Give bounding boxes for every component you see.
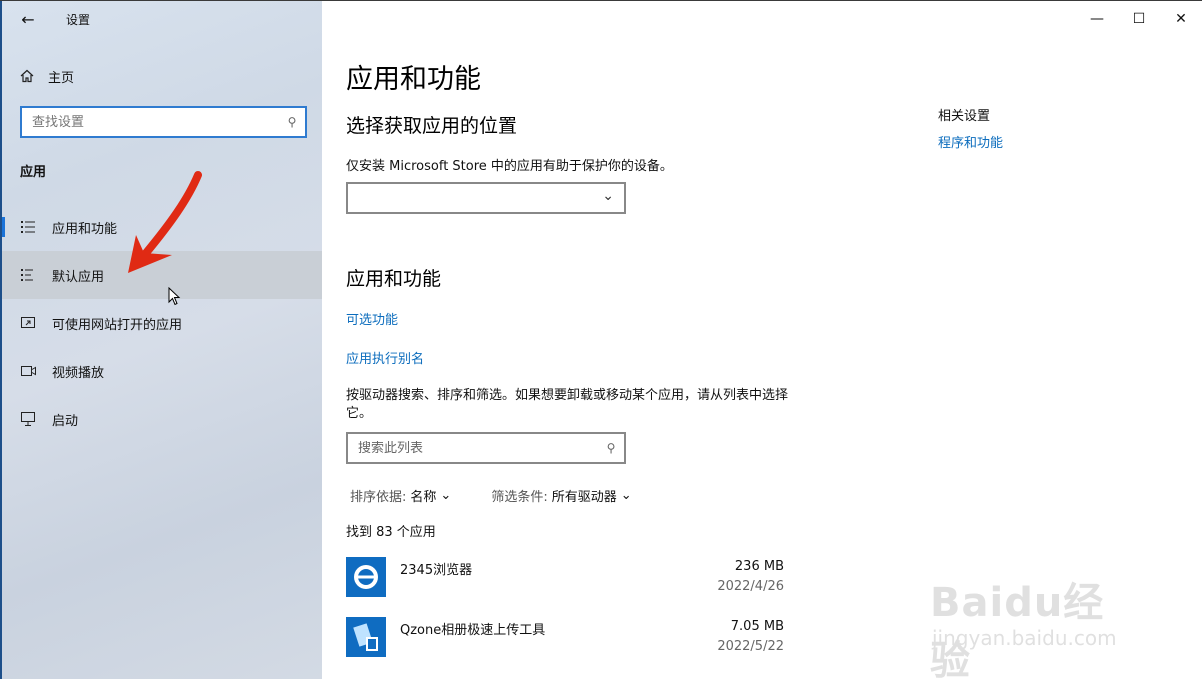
maximize-icon: ☐ xyxy=(1132,11,1146,27)
sort-filter-row: 排序依据: 名称 ⌄ 筛选条件: 所有驱动器 ⌄ xyxy=(350,486,632,505)
back-button[interactable]: ← xyxy=(12,7,44,31)
startup-icon xyxy=(20,411,36,427)
apps-list-search-box[interactable]: ⚲ xyxy=(346,432,626,464)
list-item[interactable]: 2345浏览器 236 MB 2022/4/26 xyxy=(346,557,786,607)
sort-by-dropdown[interactable]: 排序依据: 名称 ⌄ xyxy=(350,486,451,505)
programs-features-link[interactable]: 程序和功能 xyxy=(938,132,1003,151)
close-button[interactable]: ✕ xyxy=(1160,1,1202,37)
install-source-description: 仅安装 Microsoft Store 中的应用有助于保护你的设备。 xyxy=(346,159,673,174)
website-app-icon xyxy=(20,315,36,331)
chevron-down-icon: ⌄ xyxy=(620,488,632,503)
filter-by-dropdown[interactable]: 筛选条件: 所有驱动器 ⌄ xyxy=(491,486,631,505)
related-settings-heading: 相关设置 xyxy=(938,109,991,124)
sidebar-item-label: 视频播放 xyxy=(52,365,105,381)
sidebar: ← 设置 主页 ⚲ 应用 应用和功能 xyxy=(0,1,324,679)
sidebar-item-startup[interactable]: 启动 xyxy=(2,395,324,443)
app-execution-aliases-link[interactable]: 应用执行别名 xyxy=(346,348,424,367)
minimize-icon: — xyxy=(1090,11,1104,27)
optional-features-link[interactable]: 可选功能 xyxy=(346,309,398,328)
search-icon[interactable]: ⚲ xyxy=(598,441,624,455)
video-playback-icon xyxy=(20,363,36,379)
app-size: 236 MB xyxy=(734,559,784,574)
search-icon[interactable]: ⚲ xyxy=(279,115,305,129)
window-title: 设置 xyxy=(66,13,91,27)
arrow-left-icon: ← xyxy=(21,9,35,29)
watermark-brand: Baidu经验 xyxy=(930,580,1105,679)
apps-list-icon xyxy=(20,219,36,235)
filter-by-label: 筛选条件: xyxy=(491,490,548,505)
install-source-heading: 选择获取应用的位置 xyxy=(346,115,518,137)
minimize-button[interactable]: — xyxy=(1076,1,1118,37)
sidebar-item-label: 启动 xyxy=(52,413,79,429)
app-name: 2345浏览器 xyxy=(400,563,473,578)
apps-features-heading: 应用和功能 xyxy=(346,268,442,290)
sidebar-item-label: 应用和功能 xyxy=(52,221,118,237)
close-icon: ✕ xyxy=(1175,11,1187,27)
app-date: 2022/4/26 xyxy=(717,579,784,594)
chevron-down-icon: ⌄ xyxy=(602,188,614,204)
filter-by-value: 所有驱动器 xyxy=(551,490,617,505)
red-annotation-arrow xyxy=(128,171,202,273)
baidu-watermark: Baidu经验 jingyan.baidu.com xyxy=(930,542,1140,679)
page-title: 应用和功能 xyxy=(346,64,481,95)
browser-2345-icon xyxy=(346,557,386,597)
settings-window: ← 设置 主页 ⚲ 应用 应用和功能 xyxy=(0,0,1202,679)
app-size: 7.05 MB xyxy=(730,619,784,634)
watermark-url: jingyan.baidu.com xyxy=(932,626,1117,650)
apps-list-description: 按驱动器搜索、排序和筛选。如果想要卸载或移动某个应用，请从列表中选择它。 xyxy=(346,388,789,421)
title-bar: ← 设置 xyxy=(2,1,324,37)
sort-by-value: 名称 xyxy=(410,490,437,505)
sidebar-item-apps-for-websites[interactable]: 可使用网站打开的应用 xyxy=(2,299,324,347)
sort-by-label: 排序依据: xyxy=(350,490,407,505)
window-controls: — ☐ ✕ xyxy=(1076,1,1202,37)
install-source-dropdown[interactable]: ⌄ xyxy=(346,182,626,214)
settings-search-input[interactable] xyxy=(22,114,279,130)
settings-search-box[interactable]: ⚲ xyxy=(20,106,307,138)
default-apps-icon xyxy=(20,267,36,283)
sidebar-item-video-playback[interactable]: 视频播放 xyxy=(2,347,324,395)
sidebar-item-home[interactable]: 主页 xyxy=(20,63,74,89)
maximize-button[interactable]: ☐ xyxy=(1118,1,1160,37)
qzone-uploader-icon xyxy=(346,617,386,657)
sidebar-section-heading: 应用 xyxy=(20,165,47,180)
apps-list-search-input[interactable] xyxy=(348,440,598,456)
sidebar-item-label: 可使用网站打开的应用 xyxy=(52,317,183,333)
app-date: 2022/5/22 xyxy=(717,639,784,654)
chevron-down-icon: ⌄ xyxy=(440,488,452,503)
sidebar-item-home-label: 主页 xyxy=(48,70,75,86)
list-item[interactable]: Qzone相册极速上传工具 7.05 MB 2022/5/22 xyxy=(346,617,786,667)
home-icon xyxy=(20,69,34,83)
sidebar-item-label: 默认应用 xyxy=(52,269,105,285)
main-content: — ☐ ✕ 应用和功能 选择获取应用的位置 仅安装 Microsoft Stor… xyxy=(322,1,1202,679)
mouse-cursor-icon xyxy=(168,287,181,306)
app-name: Qzone相册极速上传工具 xyxy=(400,623,546,638)
apps-found-count: 找到 83 个应用 xyxy=(346,525,436,540)
